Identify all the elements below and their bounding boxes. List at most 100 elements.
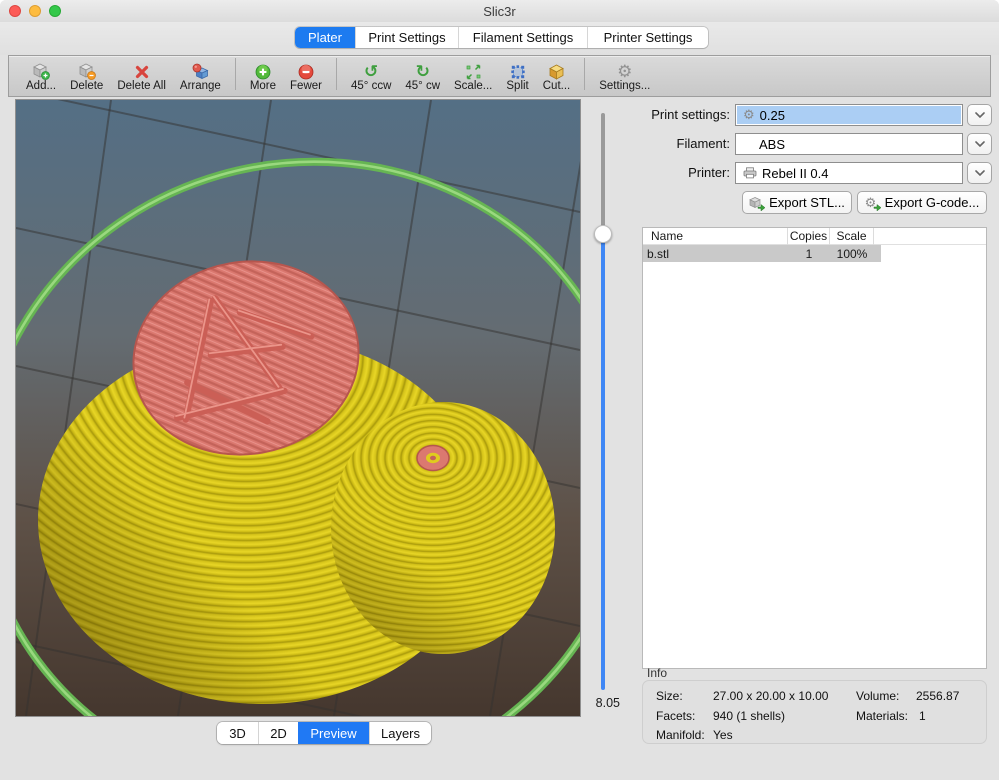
arrange-button[interactable]: Arrange bbox=[173, 62, 228, 93]
more-label: More bbox=[250, 80, 276, 93]
view-tab-layers[interactable]: Layers bbox=[369, 722, 431, 744]
split-button[interactable]: Split bbox=[499, 62, 535, 93]
table-row[interactable]: b.stl 1 100% bbox=[643, 245, 881, 262]
view-tab-2d[interactable]: 2D bbox=[258, 722, 298, 744]
tab-plater[interactable]: Plater bbox=[295, 27, 355, 48]
rotate-cw-icon: ↻ bbox=[416, 62, 430, 80]
print-settings-value: 0.25 bbox=[760, 108, 785, 123]
delete-label: Delete bbox=[70, 80, 103, 93]
printer-value: Rebel II 0.4 bbox=[762, 166, 829, 181]
manifold-value: Yes bbox=[713, 728, 733, 742]
tab-printer-settings[interactable]: Printer Settings bbox=[587, 27, 708, 48]
printer-dropdown-button[interactable] bbox=[967, 162, 992, 184]
printer-row: Printer: Rebel II 0.4 bbox=[620, 162, 992, 184]
delete-object-icon bbox=[78, 62, 96, 80]
slic3r-window: Slic3r Plater Print Settings Filament Se… bbox=[0, 0, 999, 780]
fewer-label: Fewer bbox=[290, 80, 322, 93]
rotate-ccw-label: 45° ccw bbox=[351, 80, 391, 93]
row-copies: 1 bbox=[788, 247, 830, 261]
scale-icon bbox=[465, 62, 482, 80]
filament-combobox[interactable]: ABS bbox=[735, 133, 963, 155]
scale-button[interactable]: Scale... bbox=[447, 62, 499, 93]
toolbar-divider bbox=[584, 58, 585, 90]
info-section-title: Info bbox=[647, 666, 667, 680]
add-object-icon bbox=[32, 62, 50, 80]
chevron-down-icon bbox=[975, 170, 985, 176]
tab-print-settings[interactable]: Print Settings bbox=[355, 27, 458, 48]
preview-scene bbox=[16, 100, 580, 716]
objects-table[interactable]: Name Copies Scale b.stl 1 100% bbox=[642, 227, 987, 669]
tab-filament-settings[interactable]: Filament Settings bbox=[458, 27, 587, 48]
delete-all-button[interactable]: Delete All bbox=[110, 62, 173, 93]
rotate-cw-button[interactable]: ↻ 45° cw bbox=[398, 62, 447, 93]
add-button[interactable]: Add... bbox=[19, 62, 63, 93]
split-label: Split bbox=[506, 80, 528, 93]
materials-value: 1 bbox=[919, 709, 926, 723]
scale-label: Scale... bbox=[454, 80, 492, 93]
print-settings-dropdown-button[interactable] bbox=[967, 104, 992, 126]
printer-combobox[interactable]: Rebel II 0.4 bbox=[735, 162, 963, 184]
model-small-dome[interactable] bbox=[331, 402, 555, 654]
info-box: Size: 27.00 x 20.00 x 10.00 Volume: 2556… bbox=[642, 680, 987, 744]
export-stl-button[interactable]: Export STL... bbox=[742, 191, 852, 214]
volume-value: 2556.87 bbox=[916, 689, 959, 703]
settings-button[interactable]: ⚙ Settings... bbox=[592, 62, 657, 93]
chevron-down-icon bbox=[975, 112, 985, 118]
layer-slider-track-upper[interactable] bbox=[601, 113, 605, 238]
filament-value: ABS bbox=[759, 137, 785, 152]
export-stl-label: Export STL... bbox=[769, 195, 845, 210]
layer-slider-thumb[interactable] bbox=[594, 225, 612, 243]
export-gcode-label: Export G-code... bbox=[885, 195, 980, 210]
volume-label: Volume: bbox=[856, 689, 899, 703]
size-value: 27.00 x 20.00 x 10.00 bbox=[713, 689, 828, 703]
delete-all-icon bbox=[134, 62, 150, 80]
column-header-copies[interactable]: Copies bbox=[788, 228, 830, 245]
print-settings-label: Print settings: bbox=[620, 104, 730, 126]
export-gcode-icon: ⚙ bbox=[865, 196, 880, 210]
printer-label: Printer: bbox=[620, 162, 730, 184]
settings-label: Settings... bbox=[599, 80, 650, 93]
table-header: Name Copies Scale bbox=[643, 228, 986, 245]
main-tab-bar: Plater Print Settings Filament Settings … bbox=[295, 27, 708, 48]
rotate-ccw-button[interactable]: ↺ 45° ccw bbox=[344, 62, 398, 93]
printer-icon bbox=[743, 167, 757, 179]
view-tab-3d[interactable]: 3D bbox=[217, 722, 258, 744]
small-dome-infill-top bbox=[417, 446, 449, 471]
fewer-copies-icon bbox=[298, 62, 314, 80]
layer-slider-track-lower[interactable] bbox=[601, 232, 605, 690]
export-gcode-button[interactable]: ⚙ Export G-code... bbox=[857, 191, 987, 214]
arrange-label: Arrange bbox=[180, 80, 221, 93]
cut-icon bbox=[548, 62, 565, 80]
3d-viewport[interactable] bbox=[15, 99, 581, 717]
cut-label: Cut... bbox=[543, 80, 570, 93]
print-settings-row: Print settings: ⚙ 0.25 bbox=[620, 104, 992, 126]
print-settings-combobox[interactable]: ⚙ 0.25 bbox=[735, 104, 963, 126]
plater-sidebar: Print settings: ⚙ 0.25 Filament: ABS bbox=[620, 99, 992, 759]
rotate-ccw-icon: ↺ bbox=[364, 62, 378, 80]
column-header-scale[interactable]: Scale bbox=[830, 228, 874, 245]
arrange-icon bbox=[191, 62, 209, 80]
export-stl-icon bbox=[749, 196, 764, 210]
size-label: Size: bbox=[656, 689, 683, 703]
manifold-label: Manifold: bbox=[656, 728, 705, 742]
preset-gear-icon: ⚙ bbox=[743, 108, 755, 122]
toolbar-divider bbox=[336, 58, 337, 90]
delete-button[interactable]: Delete bbox=[63, 62, 110, 93]
toolbar-divider bbox=[235, 58, 236, 90]
filament-dropdown-button[interactable] bbox=[967, 133, 992, 155]
add-label: Add... bbox=[26, 80, 56, 93]
row-scale: 100% bbox=[830, 247, 874, 261]
title-bar[interactable]: Slic3r bbox=[0, 0, 999, 22]
cut-button[interactable]: Cut... bbox=[536, 62, 577, 93]
settings-gear-icon: ⚙ bbox=[617, 62, 632, 80]
view-tab-preview[interactable]: Preview bbox=[298, 722, 369, 744]
column-header-name[interactable]: Name bbox=[643, 228, 788, 245]
view-tab-bar: 3D 2D Preview Layers bbox=[217, 722, 431, 744]
more-button[interactable]: More bbox=[243, 62, 283, 93]
window-title: Slic3r bbox=[0, 4, 999, 19]
more-copies-icon bbox=[255, 62, 271, 80]
row-name: b.stl bbox=[643, 247, 788, 261]
fewer-button[interactable]: Fewer bbox=[283, 62, 329, 93]
layer-height-value: 8.05 bbox=[582, 696, 620, 710]
rotate-cw-label: 45° cw bbox=[405, 80, 440, 93]
